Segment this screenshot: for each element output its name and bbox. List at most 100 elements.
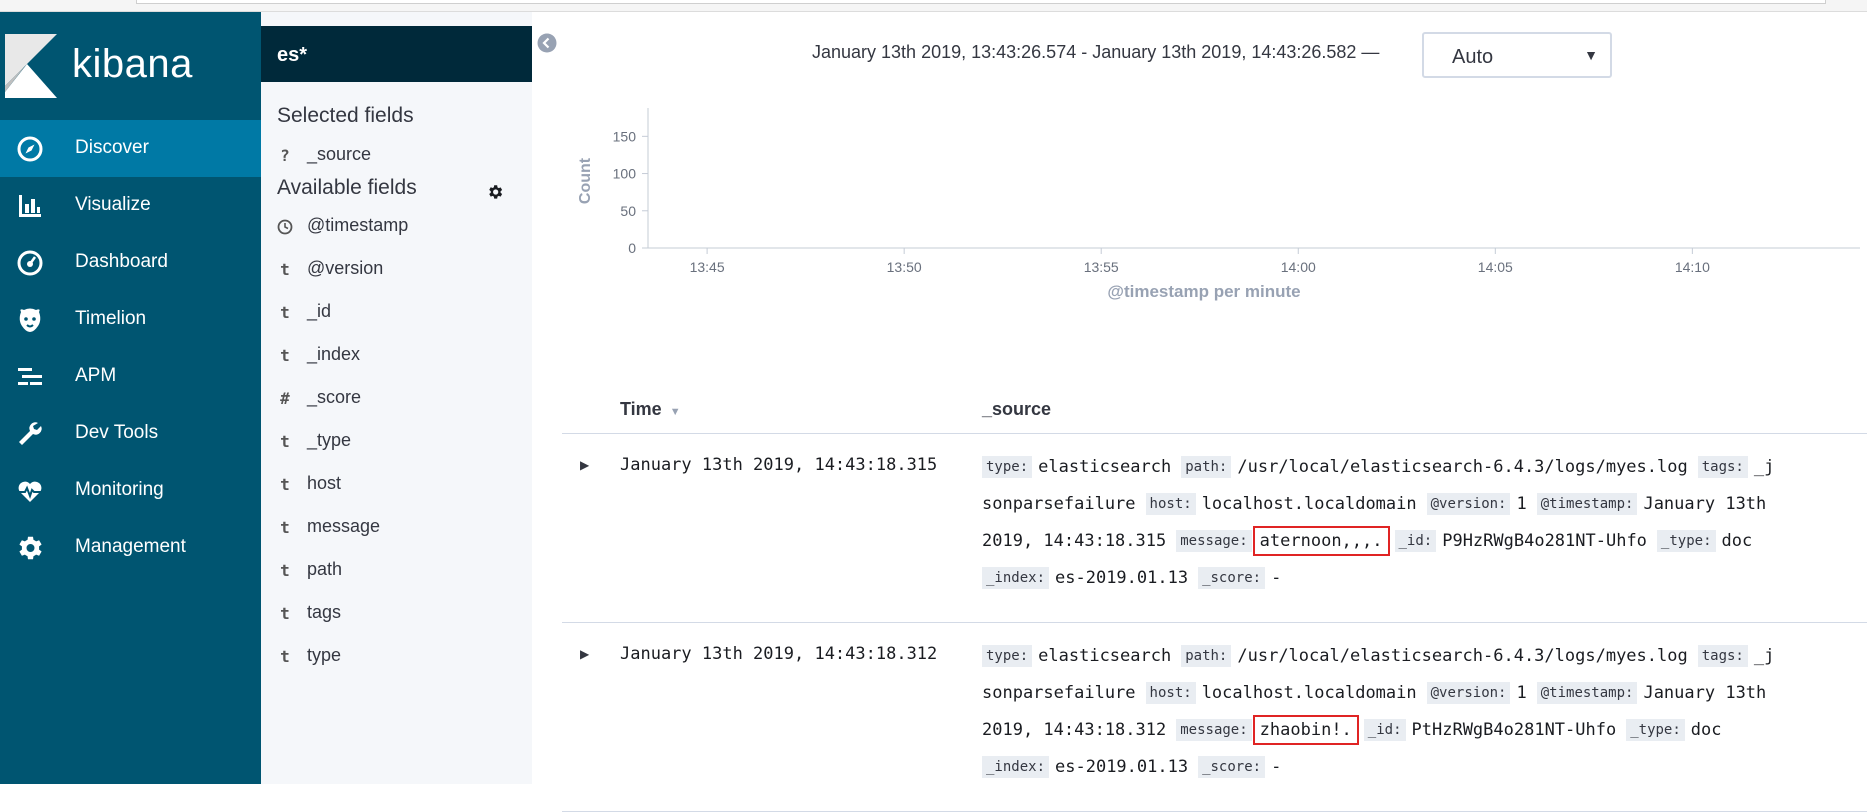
field-name: _index (307, 344, 361, 364)
address-bar-edge (136, 0, 1826, 4)
field-name: _source (307, 144, 372, 164)
field-type-icon: t (280, 303, 290, 322)
field-name: path (307, 559, 343, 579)
source-field-value: doc (1721, 531, 1753, 551)
nav-item-label: Discover (75, 137, 149, 158)
time-column-header[interactable]: Time ▼ (620, 399, 681, 420)
source-field-key: message: (1176, 719, 1252, 741)
source-field-key: @version: (1426, 493, 1511, 515)
row-timestamp: January 13th 2019, 14:43:18.315 (620, 455, 938, 475)
source-field-value: - (1271, 757, 1282, 777)
source-field-key: message: (1176, 530, 1252, 552)
nav-item-monitoring[interactable]: Monitoring (0, 462, 261, 519)
source-line: type: elasticsearch path:/usr/local/elasti… (982, 638, 1784, 675)
field-type-icon: t (280, 647, 290, 666)
source-field-value: localhost.localdomain (1201, 494, 1417, 514)
clock-icon (277, 219, 293, 235)
histogram-chart[interactable]: 05010015013:4513:5013:5514:0014:0514:101… (560, 100, 1867, 360)
source-field-value: 2019, 14:43:18.312 (982, 720, 1167, 740)
source-field-key: _index: (982, 756, 1050, 778)
index-pattern-title[interactable]: es* (261, 26, 532, 82)
field-type-icon: t (280, 260, 290, 279)
nav-item-label: Timelion (75, 308, 147, 329)
kibana-logo[interactable]: kibana (0, 12, 261, 120)
heartbeat-icon (18, 481, 42, 502)
field-message[interactable]: t message (277, 514, 527, 544)
field-name: type (307, 645, 342, 665)
source-field-value: PtHzRWgB4o281NT-Uhfo (1411, 720, 1617, 740)
field-type-icon: t (280, 561, 290, 580)
apm-icon (18, 368, 42, 385)
source-column-header: _source (982, 399, 1052, 419)
nav-item-timelion[interactable]: Timelion (0, 291, 261, 348)
field-type-icon: t (280, 432, 290, 451)
source-line: _index: es-2019.01.13 _score: - (982, 749, 1291, 786)
field-type-icon: ? (280, 146, 290, 165)
source-field-value: 1 (1516, 683, 1527, 703)
field-name: _type (307, 430, 352, 450)
source-field-value: /usr/local/elasticsearch-6.4.3/logs/myes… (1237, 646, 1688, 666)
field-name: tags (307, 602, 342, 622)
x-axis-label: @timestamp per minute (1107, 282, 1300, 301)
expand-row-caret-icon[interactable]: ▶ (580, 647, 592, 661)
source-field-key: @timestamp: (1536, 682, 1638, 704)
nav-item-discover[interactable]: Discover (0, 120, 261, 177)
nav-item-label: Dev Tools (75, 422, 159, 443)
collapse-sidebar-icon[interactable] (537, 33, 557, 53)
field-path[interactable]: t path (277, 557, 527, 587)
nav-item-dashboard[interactable]: Dashboard (0, 234, 261, 291)
source-field-key: @timestamp: (1536, 493, 1638, 515)
interval-select[interactable]: Auto ▼ (1422, 32, 1612, 78)
nav-item-dev-tools[interactable]: Dev Tools (0, 405, 261, 462)
y-tick-label: 0 (628, 240, 636, 256)
source-field-value: es-2019.01.13 (1055, 568, 1189, 588)
source-field-key: tags: (1697, 456, 1748, 478)
field-version[interactable]: t @version (277, 256, 527, 286)
field-score[interactable]: # _score (277, 385, 527, 415)
source-field-value: P9HzRWgB4o281NT-Uhfo (1442, 531, 1647, 551)
source-line: 2019, 14:43:18.315 message: aternoon,,,. _i… (982, 523, 1762, 560)
source-field-value: sonparsefailure (982, 683, 1136, 703)
source-field-key: @version: (1426, 682, 1511, 704)
field-type[interactable]: t _type (277, 428, 527, 458)
source-line: _index: es-2019.01.13 _score: - (982, 560, 1291, 597)
source-field-value: _j (1753, 646, 1775, 666)
source-field-value: elasticsearch (1038, 457, 1172, 477)
nav-item-visualize[interactable]: Visualize (0, 177, 261, 234)
source-field-key: _type: (1656, 530, 1716, 552)
bar-chart-icon (19, 195, 41, 217)
source-field-value: sonparsefailure (982, 494, 1136, 514)
field-type-icon: t (280, 475, 290, 494)
field-tags[interactable]: t tags (277, 600, 527, 630)
field-id[interactable]: t _id (277, 299, 527, 329)
field-host[interactable]: t host (277, 471, 527, 501)
chevron-down-icon: ▼ (1584, 47, 1598, 63)
kibana-logo-icon (5, 34, 57, 98)
available-fields-heading: Available fields (277, 176, 417, 199)
source-field-key: _id: (1394, 530, 1437, 552)
row-timestamp: January 13th 2019, 14:43:18.312 (620, 644, 938, 664)
expand-row-caret-icon[interactable]: ▶ (580, 458, 592, 472)
field-type-icon: t (280, 518, 290, 537)
field-name: message (307, 516, 381, 536)
x-tick-label: 13:45 (690, 259, 725, 275)
source-field-value: 2019, 14:43:18.315 (982, 531, 1167, 551)
source-line: sonparsefailure host: localhost.localdomai… (982, 486, 1776, 523)
selected-fields-heading: Selected fields (277, 104, 414, 127)
field-index[interactable]: t _index (277, 342, 527, 372)
field-type[interactable]: t type (277, 643, 527, 673)
nav-item-management[interactable]: Management (0, 519, 261, 576)
dashboard-icon (17, 250, 43, 276)
sort-down-icon[interactable]: ▼ (670, 406, 681, 418)
nav-item-apm[interactable]: APM (0, 348, 261, 405)
field-sidebar: es* Selected fields ? _source Available f… (261, 12, 532, 784)
main-nav: kibana Discover Visualize Dashboard Timelio… (0, 12, 261, 784)
source-line: type: elasticsearch path:/usr/local/elasti… (982, 449, 1784, 486)
field-timestamp[interactable]: @timestamp (277, 213, 527, 243)
x-tick-label: 14:05 (1478, 259, 1513, 275)
field-source[interactable]: ? _source (277, 142, 527, 172)
field-settings-gear-icon[interactable] (486, 183, 504, 201)
source-field-value: es-2019.01.13 (1055, 757, 1189, 777)
nav-item-label: Dashboard (75, 251, 168, 272)
source-field-value: _j (1753, 457, 1775, 477)
